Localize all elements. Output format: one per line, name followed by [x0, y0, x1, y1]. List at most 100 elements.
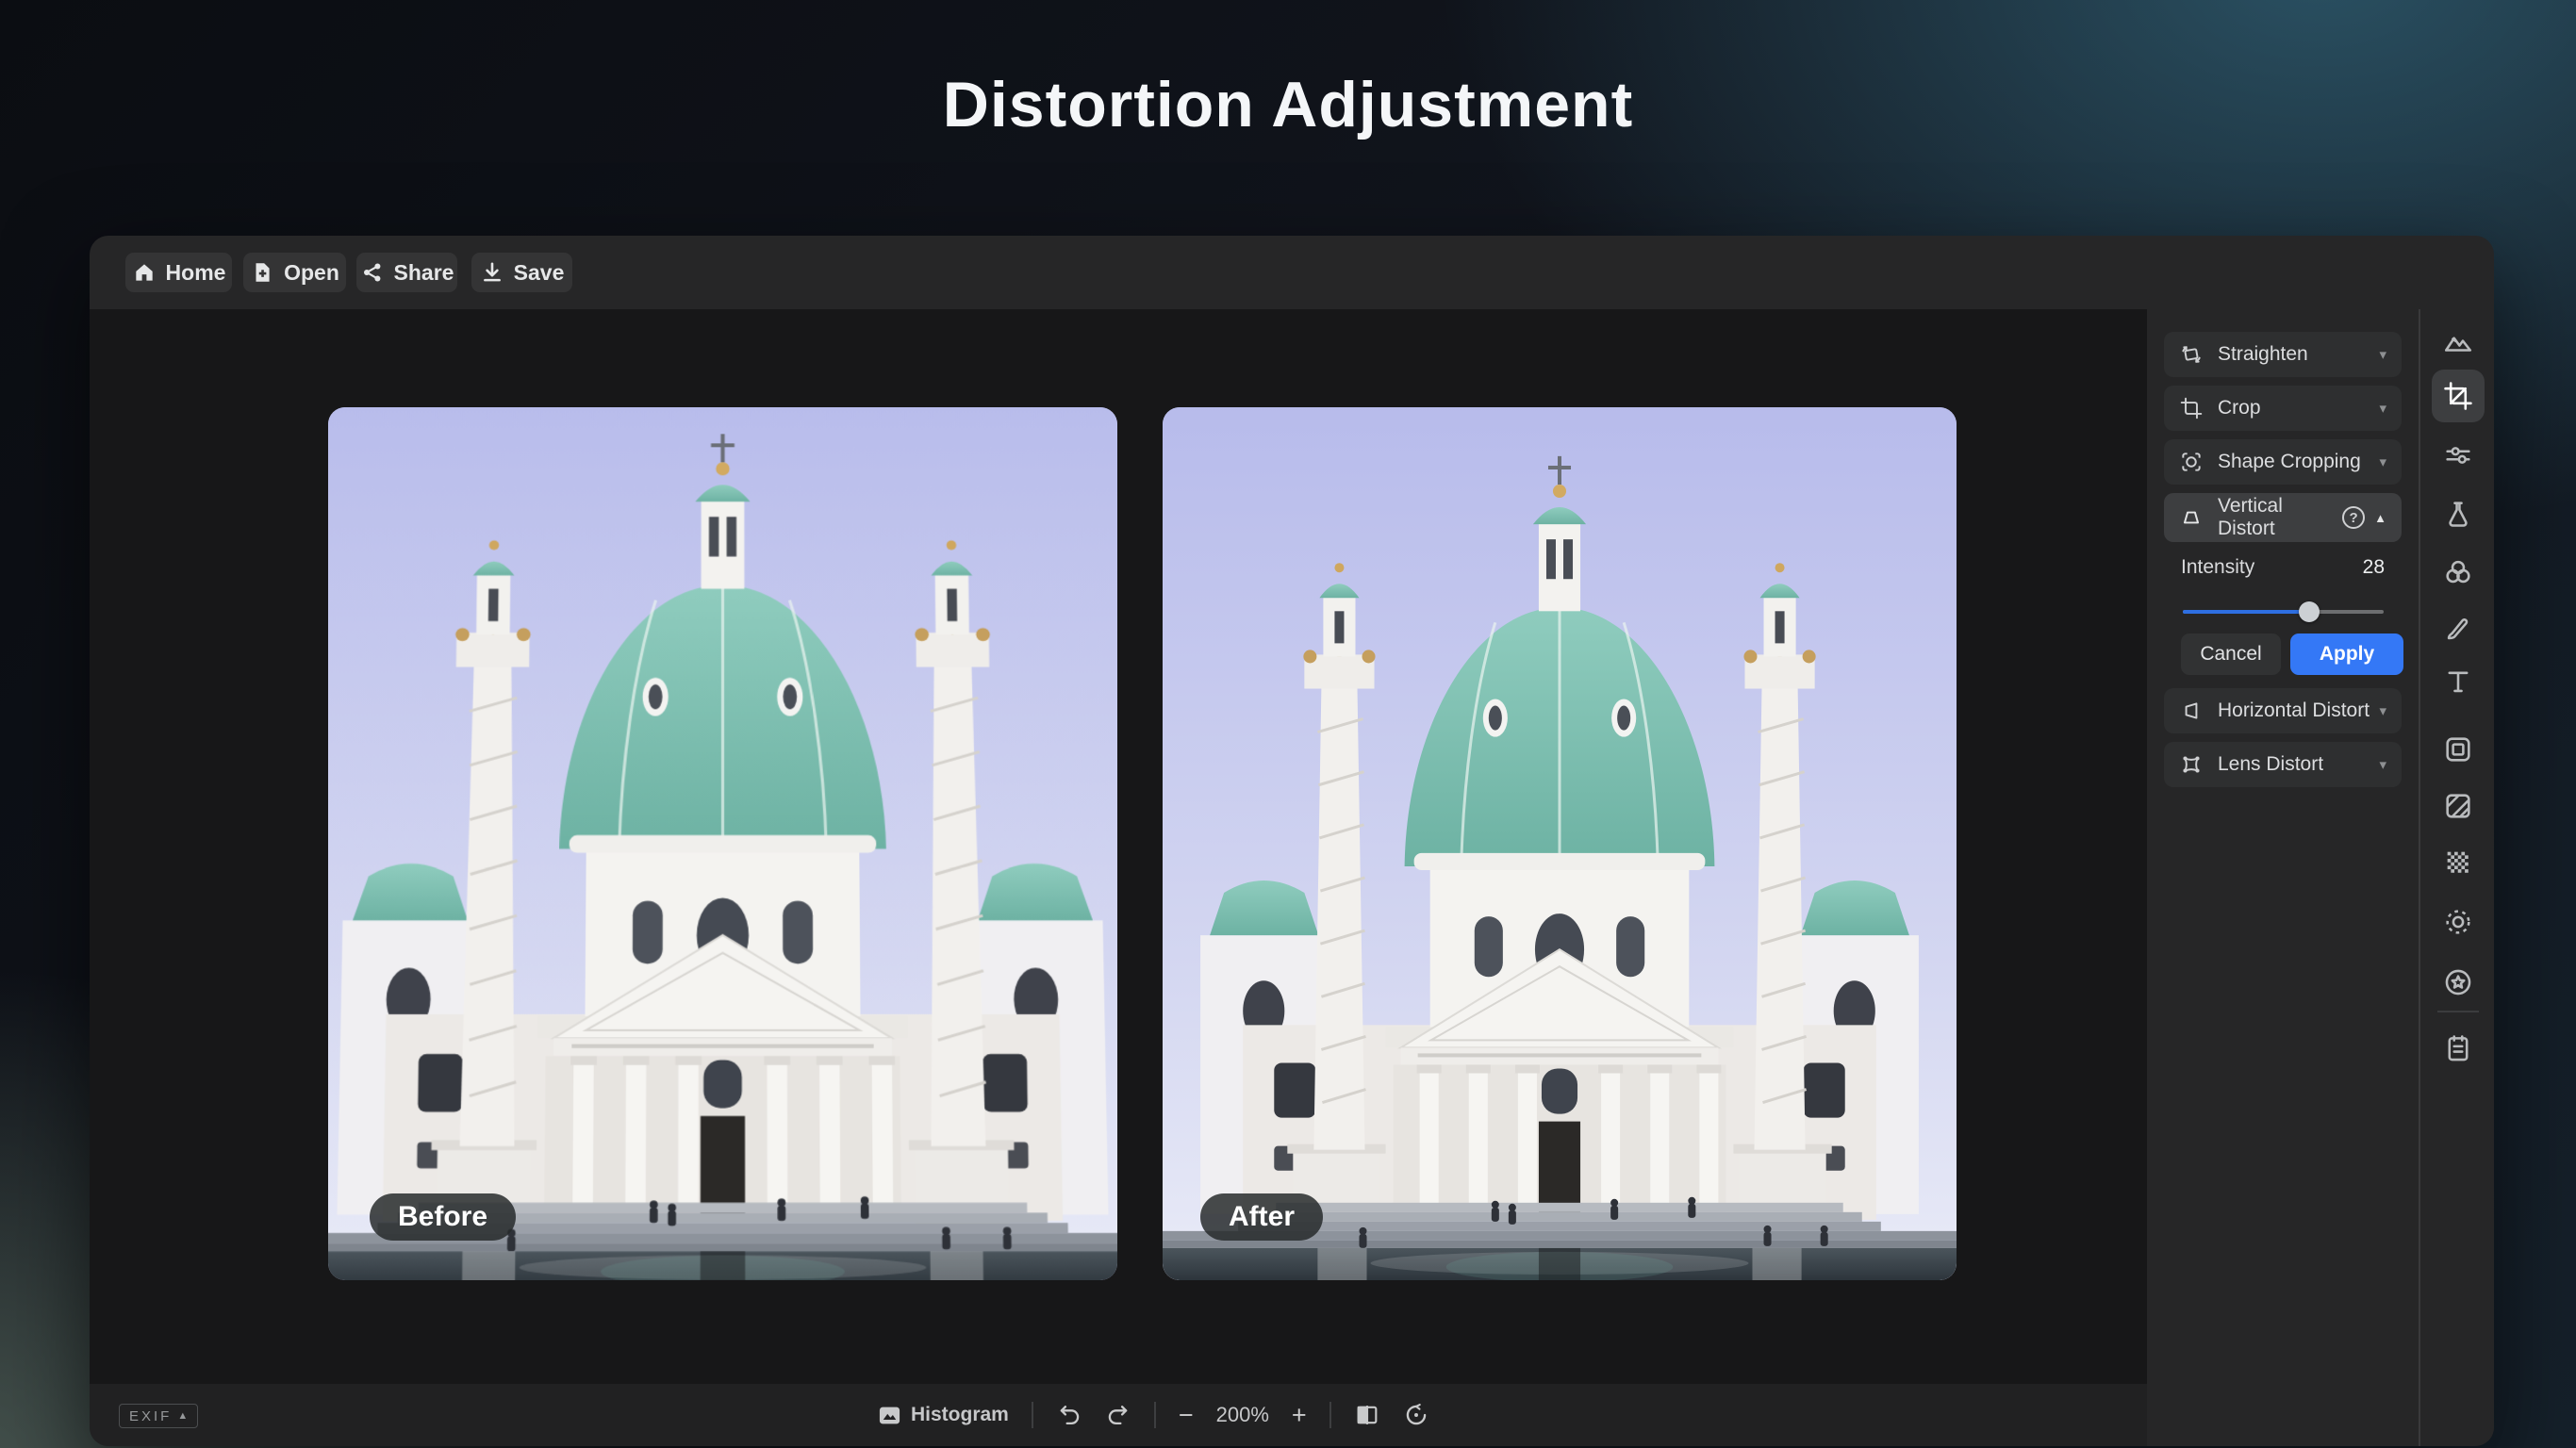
open-button[interactable]: Open	[243, 253, 346, 292]
lens-distort-label: Lens Distort	[2218, 753, 2379, 776]
crop-tool[interactable]: Crop ▾	[2164, 386, 2402, 431]
chevron-down-icon: ▾	[2379, 702, 2386, 719]
open-file-icon	[250, 260, 274, 285]
straighten-tool[interactable]: Straighten ▾	[2164, 332, 2402, 377]
filters-icon	[2442, 498, 2474, 530]
help-icon[interactable]: ?	[2342, 506, 2365, 529]
exif-label: EXIF	[129, 1408, 172, 1424]
share-button[interactable]: Share	[356, 253, 457, 292]
vertical-distort-icon	[2179, 505, 2204, 530]
zoom-out-button[interactable]: −	[1179, 1403, 1194, 1428]
separator	[1032, 1402, 1033, 1428]
notes-icon	[2442, 1032, 2474, 1064]
save-download-icon	[480, 260, 504, 285]
after-badge: After	[1200, 1193, 1323, 1241]
bottom-controls: Histogram − 200% +	[877, 1384, 1429, 1446]
histogram-icon	[877, 1403, 902, 1428]
shape-cropping-tool[interactable]: Shape Cropping ▾	[2164, 439, 2402, 485]
exif-up-icon: ▲	[177, 1410, 188, 1422]
effects-icon	[2442, 966, 2474, 998]
icon-rail	[2419, 309, 2494, 1446]
intensity-slider[interactable]	[2183, 601, 2384, 622]
exif-button[interactable]: EXIF ▲	[119, 1404, 198, 1428]
rail-notes-button[interactable]	[2432, 1022, 2485, 1075]
frame-icon	[2442, 733, 2474, 765]
shape-cropping-label: Shape Cropping	[2218, 451, 2379, 473]
chevron-down-icon: ▾	[2379, 400, 2386, 417]
crop-icon	[2442, 380, 2474, 412]
vertical-distort-tool[interactable]: Vertical Distort ? ▲	[2164, 493, 2402, 542]
bottom-bar: EXIF ▲ Histogram − 200% +	[90, 1384, 2147, 1446]
slider-thumb[interactable]	[2299, 601, 2320, 622]
separator	[1329, 1402, 1331, 1428]
chevron-down-icon: ▾	[2379, 453, 2386, 470]
rail-color-mix-button[interactable]	[2432, 546, 2485, 599]
lens-distort-icon	[2179, 752, 2204, 777]
editor-canvas: Before After	[90, 309, 2147, 1384]
shape-cropping-icon	[2179, 450, 2204, 474]
rail-photo-button[interactable]	[2432, 316, 2485, 369]
zoom-level: 200%	[1216, 1403, 1269, 1427]
app-root: Distortion Adjustment Home Open Share Sa…	[0, 0, 2576, 1448]
pattern-icon	[2442, 847, 2474, 879]
separator	[1154, 1402, 1156, 1428]
share-label: Share	[394, 260, 454, 286]
save-label: Save	[514, 260, 565, 286]
apply-button[interactable]: Apply	[2290, 634, 2403, 675]
adjustments-icon	[2442, 439, 2474, 471]
vignette-icon	[2442, 906, 2474, 938]
zoom-in-button[interactable]: +	[1292, 1403, 1307, 1428]
home-button[interactable]: Home	[125, 253, 232, 292]
collapse-icon[interactable]: ▲	[2374, 511, 2386, 525]
share-icon	[360, 260, 385, 285]
cancel-button[interactable]: Cancel	[2181, 634, 2281, 675]
reset-history-button[interactable]	[1403, 1402, 1429, 1428]
intensity-value: 28	[2363, 556, 2385, 579]
rail-texture-button[interactable]	[2432, 780, 2485, 832]
rail-crop-button[interactable]	[2432, 370, 2485, 422]
texture-icon	[2442, 790, 2474, 822]
redo-button[interactable]	[1105, 1402, 1131, 1428]
brush-icon	[2442, 613, 2474, 645]
rail-adjustments-button[interactable]	[2432, 429, 2485, 482]
rail-frame-button[interactable]	[2432, 723, 2485, 776]
after-photo	[1163, 407, 1957, 1280]
crop-label: Crop	[2218, 397, 2379, 420]
crop-icon	[2179, 396, 2204, 420]
home-label: Home	[166, 260, 226, 286]
chevron-down-icon: ▾	[2379, 346, 2386, 363]
before-image: Before	[328, 407, 1117, 1280]
horizontal-distort-label: Horizontal Distort	[2218, 699, 2379, 722]
histogram-label: Histogram	[911, 1404, 1009, 1426]
slider-fill	[2183, 610, 2309, 614]
before-photo	[328, 407, 1117, 1280]
save-button[interactable]: Save	[471, 253, 572, 292]
text-icon	[2442, 666, 2474, 698]
histogram-button[interactable]: Histogram	[877, 1403, 1009, 1428]
rail-brush-button[interactable]	[2432, 602, 2485, 655]
color-mix-icon	[2442, 556, 2474, 588]
lens-distort-tool[interactable]: Lens Distort ▾	[2164, 742, 2402, 787]
editor-window: Home Open Share Save Before A	[90, 236, 2494, 1446]
rail-pattern-button[interactable]	[2432, 836, 2485, 889]
horizontal-distort-icon	[2179, 699, 2204, 723]
photo-icon	[2442, 326, 2474, 358]
rail-vignette-button[interactable]	[2432, 896, 2485, 948]
rail-divider	[2437, 1011, 2479, 1012]
top-toolbar: Home Open Share Save	[90, 236, 2494, 309]
open-label: Open	[284, 260, 339, 286]
straighten-label: Straighten	[2218, 343, 2379, 366]
rail-text-button[interactable]	[2432, 655, 2485, 708]
tools-panel: Straighten ▾ Crop ▾ Shape Cropping ▾ Ver…	[2147, 309, 2419, 1446]
vertical-distort-label: Vertical Distort	[2218, 495, 2342, 540]
undo-button[interactable]	[1056, 1402, 1082, 1428]
rail-effects-button[interactable]	[2432, 956, 2485, 1009]
compare-button[interactable]	[1354, 1402, 1380, 1428]
home-icon	[132, 260, 157, 285]
rail-filters-button[interactable]	[2432, 487, 2485, 540]
before-badge: Before	[370, 1193, 516, 1241]
horizontal-distort-tool[interactable]: Horizontal Distort ▾	[2164, 688, 2402, 733]
straighten-icon	[2179, 342, 2204, 367]
chevron-down-icon: ▾	[2379, 756, 2386, 773]
intensity-row: Intensity 28	[2181, 556, 2385, 579]
